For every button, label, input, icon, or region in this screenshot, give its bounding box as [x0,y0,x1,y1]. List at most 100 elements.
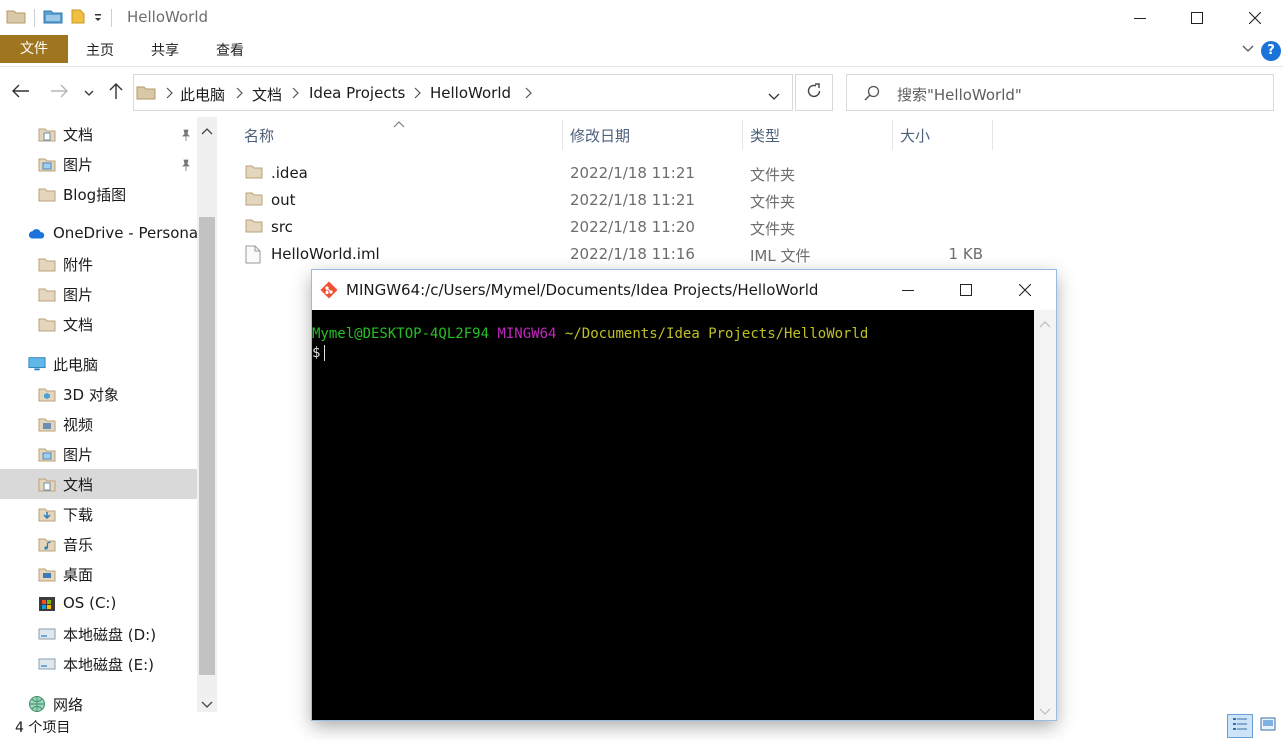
terminal-scrollbar[interactable] [1034,310,1056,720]
column-header-date[interactable]: 修改日期 [570,125,630,146]
search-box[interactable]: 搜索"HelloWorld" [846,74,1274,111]
sidebar-item[interactable]: 图片 [0,279,197,309]
sidebar-item[interactable]: 网络 [0,689,197,712]
sidebar-item-label: OS (C:) [63,594,117,612]
refresh-button[interactable] [795,74,833,111]
sidebar-item[interactable]: 音乐 [0,529,197,559]
help-button[interactable]: ? [1261,41,1281,61]
chevron-right-icon[interactable] [524,87,532,103]
tab-view[interactable]: 查看 [206,37,254,65]
column-header-type[interactable]: 类型 [750,125,780,146]
maximize-button[interactable] [1168,0,1226,35]
chevron-right-icon[interactable] [165,87,173,103]
pin-icon[interactable] [180,157,192,175]
file-row[interactable]: HelloWorld.iml 2022/1/18 11:16 IML 文件 1 KB [237,241,997,268]
sidebar-item-label: 文档 [63,476,94,494]
prompt-environment: MINGW64 [497,326,557,342]
breadcrumb-idea-projects[interactable]: Idea Projects [309,84,405,102]
sidebar-item[interactable]: 视频 [0,409,197,439]
computer-icon [28,356,46,372]
breadcrumb-documents[interactable]: 文档 [252,84,282,105]
tab-share[interactable]: 共享 [141,37,189,65]
window-title: HelloWorld [127,8,209,26]
scroll-down-icon[interactable] [1039,704,1051,720]
chevron-right-icon[interactable] [413,87,421,103]
file-name: out [271,191,296,209]
sidebar-item[interactable]: OS (C:) [0,589,197,619]
file-row[interactable]: out 2022/1/18 11:21 文件夹 [237,187,997,214]
sidebar-item[interactable]: OneDrive - Personal [0,219,202,249]
tab-home[interactable]: 主页 [76,37,124,65]
scroll-up-icon[interactable] [1039,316,1051,332]
git-bash-terminal-window[interactable]: MINGW64:/c/Users/Mymel/Documents/Idea Pr… [312,270,1056,720]
address-history-chevron-icon[interactable] [768,89,780,105]
breadcrumb-this-pc[interactable]: 此电脑 [180,84,225,105]
column-divider[interactable] [742,120,743,150]
terminal-title-bar[interactable]: MINGW64:/c/Users/Mymel/Documents/Idea Pr… [312,270,1056,310]
chevron-right-icon[interactable] [235,87,243,103]
sidebar-item[interactable]: 图片 [0,439,197,469]
3d-objects-icon [38,386,56,402]
column-header-size[interactable]: 大小 [900,125,930,146]
breadcrumb-helloworld[interactable]: HelloWorld [430,84,511,102]
folder-icon [38,316,56,332]
toolbar-divider [34,9,35,27]
sidebar-item[interactable]: 文档 [0,469,197,499]
close-button[interactable] [1226,0,1283,35]
new-folder-icon[interactable] [71,8,85,28]
file-name: src [271,218,293,236]
minimize-button[interactable] [1111,0,1169,35]
prompt-user-host: Mymel@DESKTOP-4QL2F94 [312,326,490,342]
folder-icon [6,8,26,28]
terminal-maximize-button[interactable] [937,270,995,310]
address-bar[interactable]: 此电脑 文档 Idea Projects HelloWorld [133,74,793,111]
file-row[interactable]: src 2022/1/18 11:20 文件夹 [237,214,997,241]
file-date: 2022/1/18 11:20 [570,218,695,236]
sidebar-item[interactable]: Blog插图 [0,179,197,209]
customize-toolbar-icon[interactable] [93,10,103,26]
sidebar-item[interactable]: 本地磁盘 (D:) [0,619,197,649]
chevron-right-icon[interactable] [291,87,299,103]
file-date: 2022/1/18 11:21 [570,164,695,182]
sidebar-item[interactable]: 图片 [0,149,197,179]
column-header-name[interactable]: 名称 [244,125,274,146]
terminal-close-button[interactable] [996,270,1054,310]
column-divider[interactable] [992,120,993,150]
sidebar-item[interactable]: 桌面 [0,559,197,589]
details-view-icon [1232,717,1248,735]
terminal-minimize-button[interactable] [879,270,937,310]
git-logo-icon [320,281,338,303]
terminal-input-line[interactable]: $ [312,344,1034,363]
title-bar: HelloWorld [0,0,1283,35]
details-view-button[interactable] [1227,714,1253,738]
sidebar-item[interactable]: 文档 [0,309,197,339]
column-divider[interactable] [562,120,563,150]
sidebar-item[interactable]: 本地磁盘 (E:) [0,649,197,679]
navigation-pane-scrollbar[interactable] [197,117,217,712]
recent-locations-button[interactable] [79,80,99,106]
sidebar-item[interactable]: 3D 对象 [0,379,197,409]
sidebar-item[interactable]: 此电脑 [0,349,197,379]
pin-icon[interactable] [180,127,192,145]
file-size: 1 KB [948,245,983,263]
scroll-up-icon[interactable] [201,123,213,139]
terminal-output[interactable]: Mymel@DESKTOP-4QL2F94 MINGW64 ~/Document… [312,310,1034,720]
drive-icon [38,656,56,672]
sidebar-item[interactable]: 附件 [0,249,197,279]
properties-icon[interactable] [43,8,63,28]
forward-button[interactable] [47,80,71,106]
sidebar-item[interactable]: 文档 [0,119,197,149]
scroll-down-icon[interactable] [201,697,213,712]
large-icons-view-icon [1260,717,1276,735]
column-divider[interactable] [892,120,893,150]
tab-file[interactable]: 文件 [0,35,68,63]
sidebar-item[interactable]: 下载 [0,499,197,529]
up-button[interactable] [104,80,128,106]
back-button[interactable] [9,80,33,106]
large-icons-view-button[interactable] [1255,714,1281,738]
expand-ribbon-icon[interactable] [1241,41,1255,59]
network-icon [28,696,46,712]
file-row[interactable]: .idea 2022/1/18 11:21 文件夹 [237,160,997,187]
scrollbar-thumb[interactable] [199,217,215,675]
folder-icon [245,218,263,237]
